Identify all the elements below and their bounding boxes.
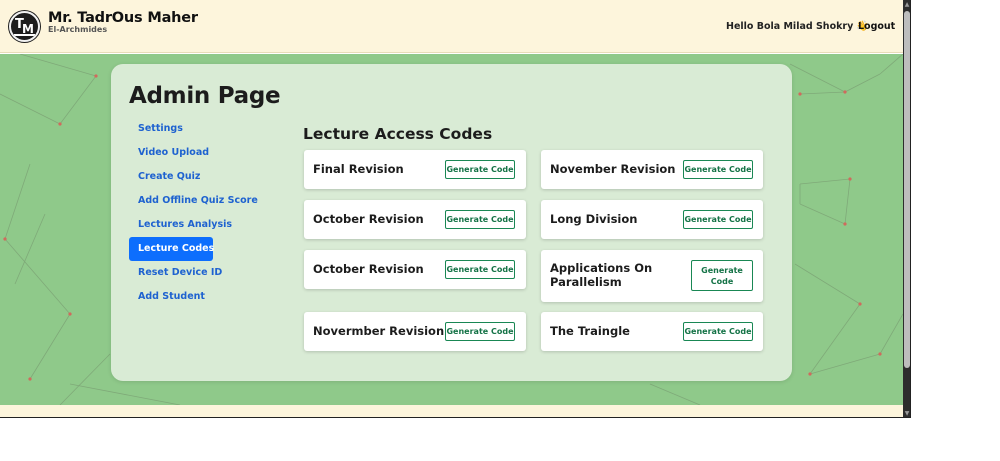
nav-item-lectures-analysis[interactable]: Lectures Analysis <box>129 213 279 237</box>
nav-item-reset-device-id[interactable]: Reset Device ID <box>129 261 279 285</box>
nav-item-video-upload[interactable]: Video Upload <box>129 141 279 165</box>
logo-underline <box>14 34 35 36</box>
generate-code-button[interactable]: Generate Code <box>445 210 515 229</box>
page-title: Admin Page <box>129 83 281 109</box>
browser-viewport: T M Mr. TadrOus Maher El-Archmides Hello… <box>0 0 911 418</box>
generate-code-button[interactable]: Generate Code <box>445 260 515 279</box>
vertical-scrollbar[interactable]: ▲ ▼ <box>903 0 910 417</box>
lecture-card: October Revision Generate Code <box>304 250 526 289</box>
lecture-card: Final Revision Generate Code <box>304 150 526 189</box>
section-title: Lecture Access Codes <box>303 125 493 143</box>
lecture-card: November Revision Generate Code <box>541 150 763 189</box>
generate-code-button[interactable]: Generate Code <box>683 322 753 341</box>
lecture-name: Novermber Revision <box>313 324 445 338</box>
generate-code-button[interactable]: Generate Code <box>691 260 753 291</box>
admin-sidebar-nav: Settings Video Upload Create Quiz Add Of… <box>129 117 279 309</box>
lecture-card: Long Division Generate Code <box>541 200 763 239</box>
lecture-name: Applications On Parallelism <box>550 261 653 289</box>
brand-logo[interactable]: T M <box>9 11 40 42</box>
lecture-name: The Traingle <box>550 324 630 338</box>
lecture-name: Long Division <box>550 212 638 226</box>
lecture-card: Applications On Parallelism Generate Cod… <box>541 250 763 302</box>
top-navbar: T M Mr. TadrOus Maher El-Archmides Hello… <box>0 0 903 53</box>
nav-item-add-student[interactable]: Add Student <box>129 285 279 309</box>
nav-item-settings[interactable]: Settings <box>129 117 279 141</box>
lecture-name: October Revision <box>313 212 424 226</box>
scrollbar-thumb[interactable] <box>904 11 910 368</box>
nav-item-add-offline-quiz-score[interactable]: Add Offline Quiz Score <box>129 189 279 213</box>
lecture-card: The Traingle Generate Code <box>541 312 763 351</box>
admin-panel: Admin Page Settings Video Upload Create … <box>111 64 792 381</box>
generate-code-button[interactable]: Generate Code <box>445 160 515 179</box>
scroll-up-arrow-icon[interactable]: ▲ <box>903 0 910 9</box>
brand-title[interactable]: Mr. TadrOus Maher <box>48 10 198 26</box>
scroll-down-arrow-icon[interactable]: ▼ <box>903 409 910 417</box>
user-greeting: Hello Bola Milad Shokry 👋 <box>726 21 869 32</box>
footer-strip <box>0 405 903 417</box>
nav-item-lecture-codes[interactable]: Lecture Codes <box>129 237 214 261</box>
generate-code-button[interactable]: Generate Code <box>683 210 753 229</box>
generate-code-button[interactable]: Generate Code <box>683 160 753 179</box>
nav-item-create-quiz[interactable]: Create Quiz <box>129 165 279 189</box>
lecture-card: October Revision Generate Code <box>304 200 526 239</box>
lecture-name: Final Revision <box>313 162 404 176</box>
lecture-name: November Revision <box>550 162 676 176</box>
lecture-card: Novermber Revision Generate Code <box>304 312 526 351</box>
logout-link[interactable]: Logout <box>858 21 895 32</box>
greeting-text: Hello Bola Milad Shokry <box>726 21 854 32</box>
generate-code-button[interactable]: Generate Code <box>445 322 515 341</box>
brand-subtitle: El-Archmides <box>48 25 108 34</box>
lecture-name: October Revision <box>313 262 424 276</box>
